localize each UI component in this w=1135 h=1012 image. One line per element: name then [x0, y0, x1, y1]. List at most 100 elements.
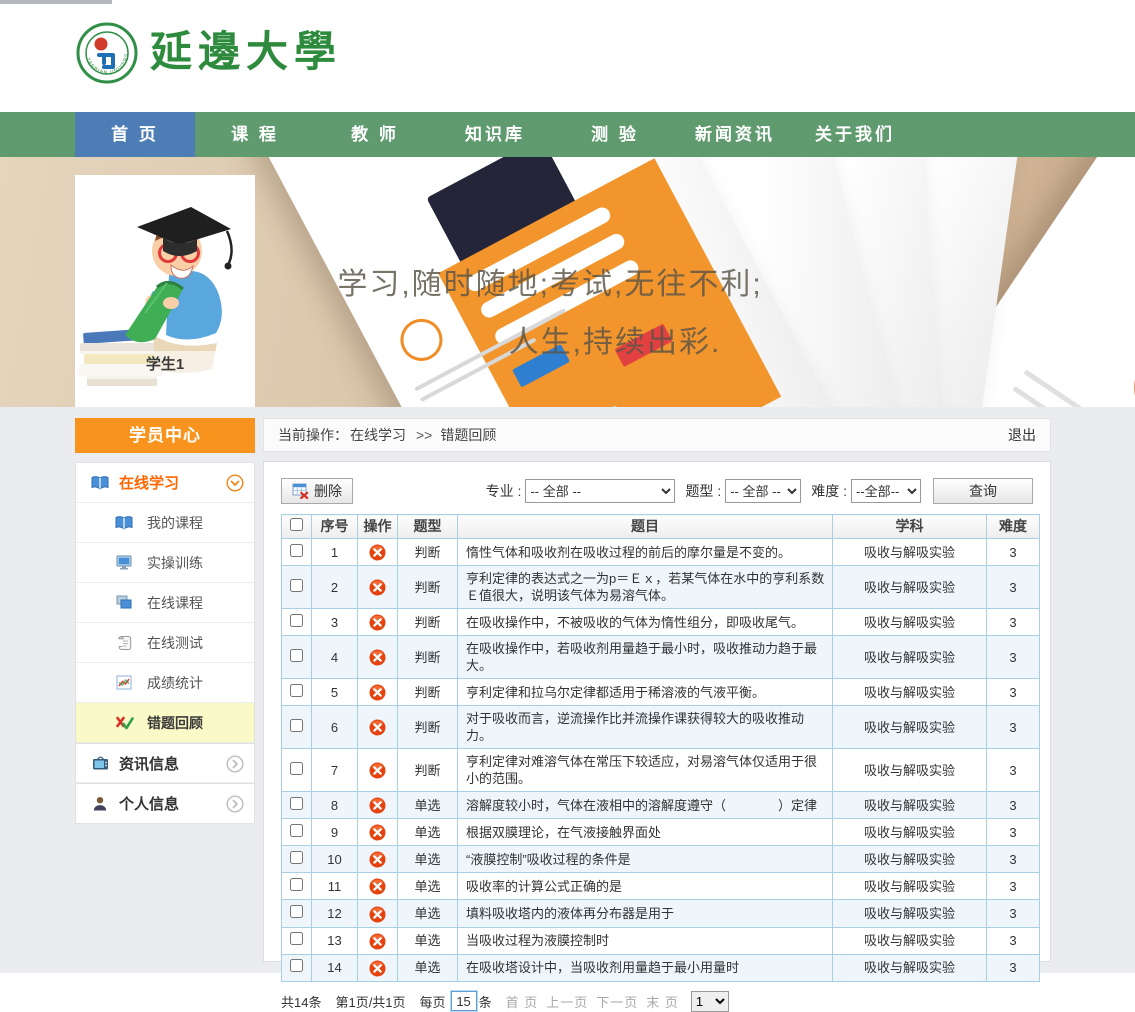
nav-item[interactable]: 课 程 [195, 112, 315, 157]
nav-item[interactable]: 知识库 [435, 112, 555, 157]
row-checkbox[interactable] [290, 905, 303, 918]
row-checkbox[interactable] [290, 684, 303, 697]
question-cell[interactable]: 在吸收塔设计中，当吸收剂用量趋于最小用量时 [458, 954, 833, 981]
delete-x-icon[interactable] [369, 544, 386, 561]
row-checkbox[interactable] [290, 719, 303, 732]
delete-x-icon[interactable] [369, 824, 386, 841]
sidebar-subitem[interactable]: 错题回顾 [76, 703, 254, 743]
nav-item[interactable]: 关于我们 [795, 112, 915, 157]
delete-x-icon[interactable] [369, 933, 386, 950]
sidebar-item[interactable]: 资讯信息 [76, 743, 254, 783]
type-cell: 判断 [398, 539, 458, 566]
delete-x-icon[interactable] [369, 762, 386, 779]
nav-item[interactable]: 测 验 [555, 112, 675, 157]
row-checkbox-cell [282, 927, 312, 954]
question-cell[interactable]: 对于吸收而言，逆流操作比并流操作课获得较大的吸收推动力。 [458, 706, 833, 749]
student-profile-card[interactable]: 学生1 [75, 175, 255, 407]
row-checkbox[interactable] [290, 544, 303, 557]
question-cell[interactable]: 在吸收操作中，不被吸收的气体为惰性组分，即吸收尾气。 [458, 609, 833, 636]
pagination-link[interactable]: 下一页 [596, 992, 638, 1011]
question-cell[interactable]: 溶解度较小时，气体在液相中的溶解度遵守（ ）定律 [458, 792, 833, 819]
nav-item[interactable]: 新闻资讯 [675, 112, 795, 157]
type-cell: 单选 [398, 900, 458, 927]
row-checkbox[interactable] [290, 762, 303, 775]
delete-x-icon[interactable] [369, 684, 386, 701]
delete-x-icon[interactable] [369, 851, 386, 868]
delete-x-icon[interactable] [369, 649, 386, 666]
question-cell[interactable]: 惰性气体和吸收剂在吸收过程的前后的摩尔量是不变的。 [458, 539, 833, 566]
question-cell[interactable]: 吸收率的计算公式正确的是 [458, 873, 833, 900]
row-checkbox[interactable] [290, 614, 303, 627]
question-cell[interactable]: 填料吸收塔内的液体再分布器是用于 [458, 900, 833, 927]
sidebar-subitem[interactable]: 在线测试 [76, 623, 254, 663]
type-cell: 单选 [398, 792, 458, 819]
subject-cell: 吸收与解吸实验 [833, 954, 987, 981]
sidebar-subitem[interactable]: 实操训练 [76, 543, 254, 583]
row-checkbox[interactable] [290, 959, 303, 972]
delete-x-icon[interactable] [369, 906, 386, 923]
question-cell[interactable]: “液膜控制”吸收过程的条件是 [458, 846, 833, 873]
delete-x-icon[interactable] [369, 797, 386, 814]
breadcrumb-parent[interactable]: 在线学习 [350, 425, 406, 445]
delete-x-icon[interactable] [369, 719, 386, 736]
sidebar-item-online-learning[interactable]: 在线学习 [76, 463, 254, 503]
sidebar-subitem[interactable]: 我的课程 [76, 503, 254, 543]
row-checkbox[interactable] [290, 824, 303, 837]
delete-x-icon[interactable] [369, 878, 386, 895]
question-cell[interactable]: 当吸收过程为液膜控制时 [458, 927, 833, 954]
delete-button[interactable]: 删除 [281, 478, 353, 504]
filter-type-select[interactable]: -- 全部 -- [725, 479, 801, 503]
book-icon [90, 476, 110, 490]
table-row: 5判断亨利定律和拉乌尔定律都适用于稀溶液的气液平衡。吸收与解吸实验3 [282, 679, 1040, 706]
banner-slogan-line2: 人生,持续出彩. [430, 317, 800, 361]
subject-cell: 吸收与解吸实验 [833, 819, 987, 846]
row-checkbox[interactable] [290, 797, 303, 810]
subject-cell: 吸收与解吸实验 [833, 539, 987, 566]
table-row: 4判断在吸收操作中，若吸收剂用量趋于最小时，吸收推动力趋于最大。吸收与解吸实验3 [282, 636, 1040, 679]
row-checkbox-cell [282, 873, 312, 900]
pagination-link[interactable]: 首 页 [506, 992, 539, 1011]
row-checkbox[interactable] [290, 878, 303, 891]
sidebar-subitem[interactable]: 在线课程 [76, 583, 254, 623]
row-checkbox[interactable] [290, 932, 303, 945]
table-row: 14单选在吸收塔设计中，当吸收剂用量趋于最小用量时吸收与解吸实验3 [282, 954, 1040, 981]
chevron-right-icon[interactable] [226, 755, 244, 778]
difficulty-cell: 3 [987, 749, 1040, 792]
university-logo[interactable]: YANBIAN UNIVERSITY 延邊大學 [76, 22, 342, 84]
delete-x-icon[interactable] [369, 960, 386, 977]
question-cell[interactable]: 亨利定律对难溶气体在常压下较适应，对易溶气体仅适用于很小的范围。 [458, 749, 833, 792]
pagination-link[interactable]: 末 页 [646, 992, 679, 1011]
sidebar-subitem[interactable]: 成绩统计 [76, 663, 254, 703]
filter-difficulty-select[interactable]: --全部-- [851, 479, 921, 503]
sidebar-item[interactable]: 个人信息 [76, 783, 254, 823]
row-checkbox[interactable] [290, 579, 303, 592]
question-cell[interactable]: 亨利定律和拉乌尔定律都适用于稀溶液的气液平衡。 [458, 679, 833, 706]
pagination-link[interactable]: 上一页 [546, 992, 588, 1011]
seq-cell: 1 [312, 539, 358, 566]
per-page-input[interactable] [451, 991, 477, 1011]
page-select[interactable]: 1 [691, 991, 729, 1012]
exit-link[interactable]: 退出 [1008, 425, 1036, 445]
type-cell: 单选 [398, 819, 458, 846]
seq-cell: 14 [312, 954, 358, 981]
delete-x-icon[interactable] [369, 614, 386, 631]
select-all-checkbox[interactable] [290, 518, 303, 531]
table-row: 6判断对于吸收而言，逆流操作比并流操作课获得较大的吸收推动力。吸收与解吸实验3 [282, 706, 1040, 749]
sidebar-subitem-label: 在线测试 [147, 633, 203, 653]
question-cell[interactable]: 亨利定律的表达式之一为p＝Ｅｘ，若某气体在水中的亨利系数Ｅ值很大，说明该气体为易… [458, 566, 833, 609]
search-button[interactable]: 查询 [933, 478, 1033, 504]
chevron-right-icon[interactable] [226, 795, 244, 818]
row-checkbox[interactable] [290, 649, 303, 662]
nav-item[interactable]: 首 页 [75, 112, 195, 157]
chevron-down-icon[interactable] [226, 474, 244, 497]
difficulty-cell: 3 [987, 873, 1040, 900]
university-emblem-icon: YANBIAN UNIVERSITY [76, 22, 138, 84]
delete-x-icon[interactable] [369, 579, 386, 596]
question-cell[interactable]: 在吸收操作中，若吸收剂用量趋于最小时，吸收推动力趋于最大。 [458, 636, 833, 679]
filter-major-select[interactable]: -- 全部 -- [525, 479, 675, 503]
nav-item[interactable]: 教 师 [315, 112, 435, 157]
question-cell[interactable]: 根据双膜理论，在气液接触界面处 [458, 819, 833, 846]
column-header: 题型 [398, 515, 458, 539]
row-checkbox[interactable] [290, 851, 303, 864]
banner: 学习,随时随地;考试,无往不利; 人生,持续出彩. [0, 157, 1135, 407]
